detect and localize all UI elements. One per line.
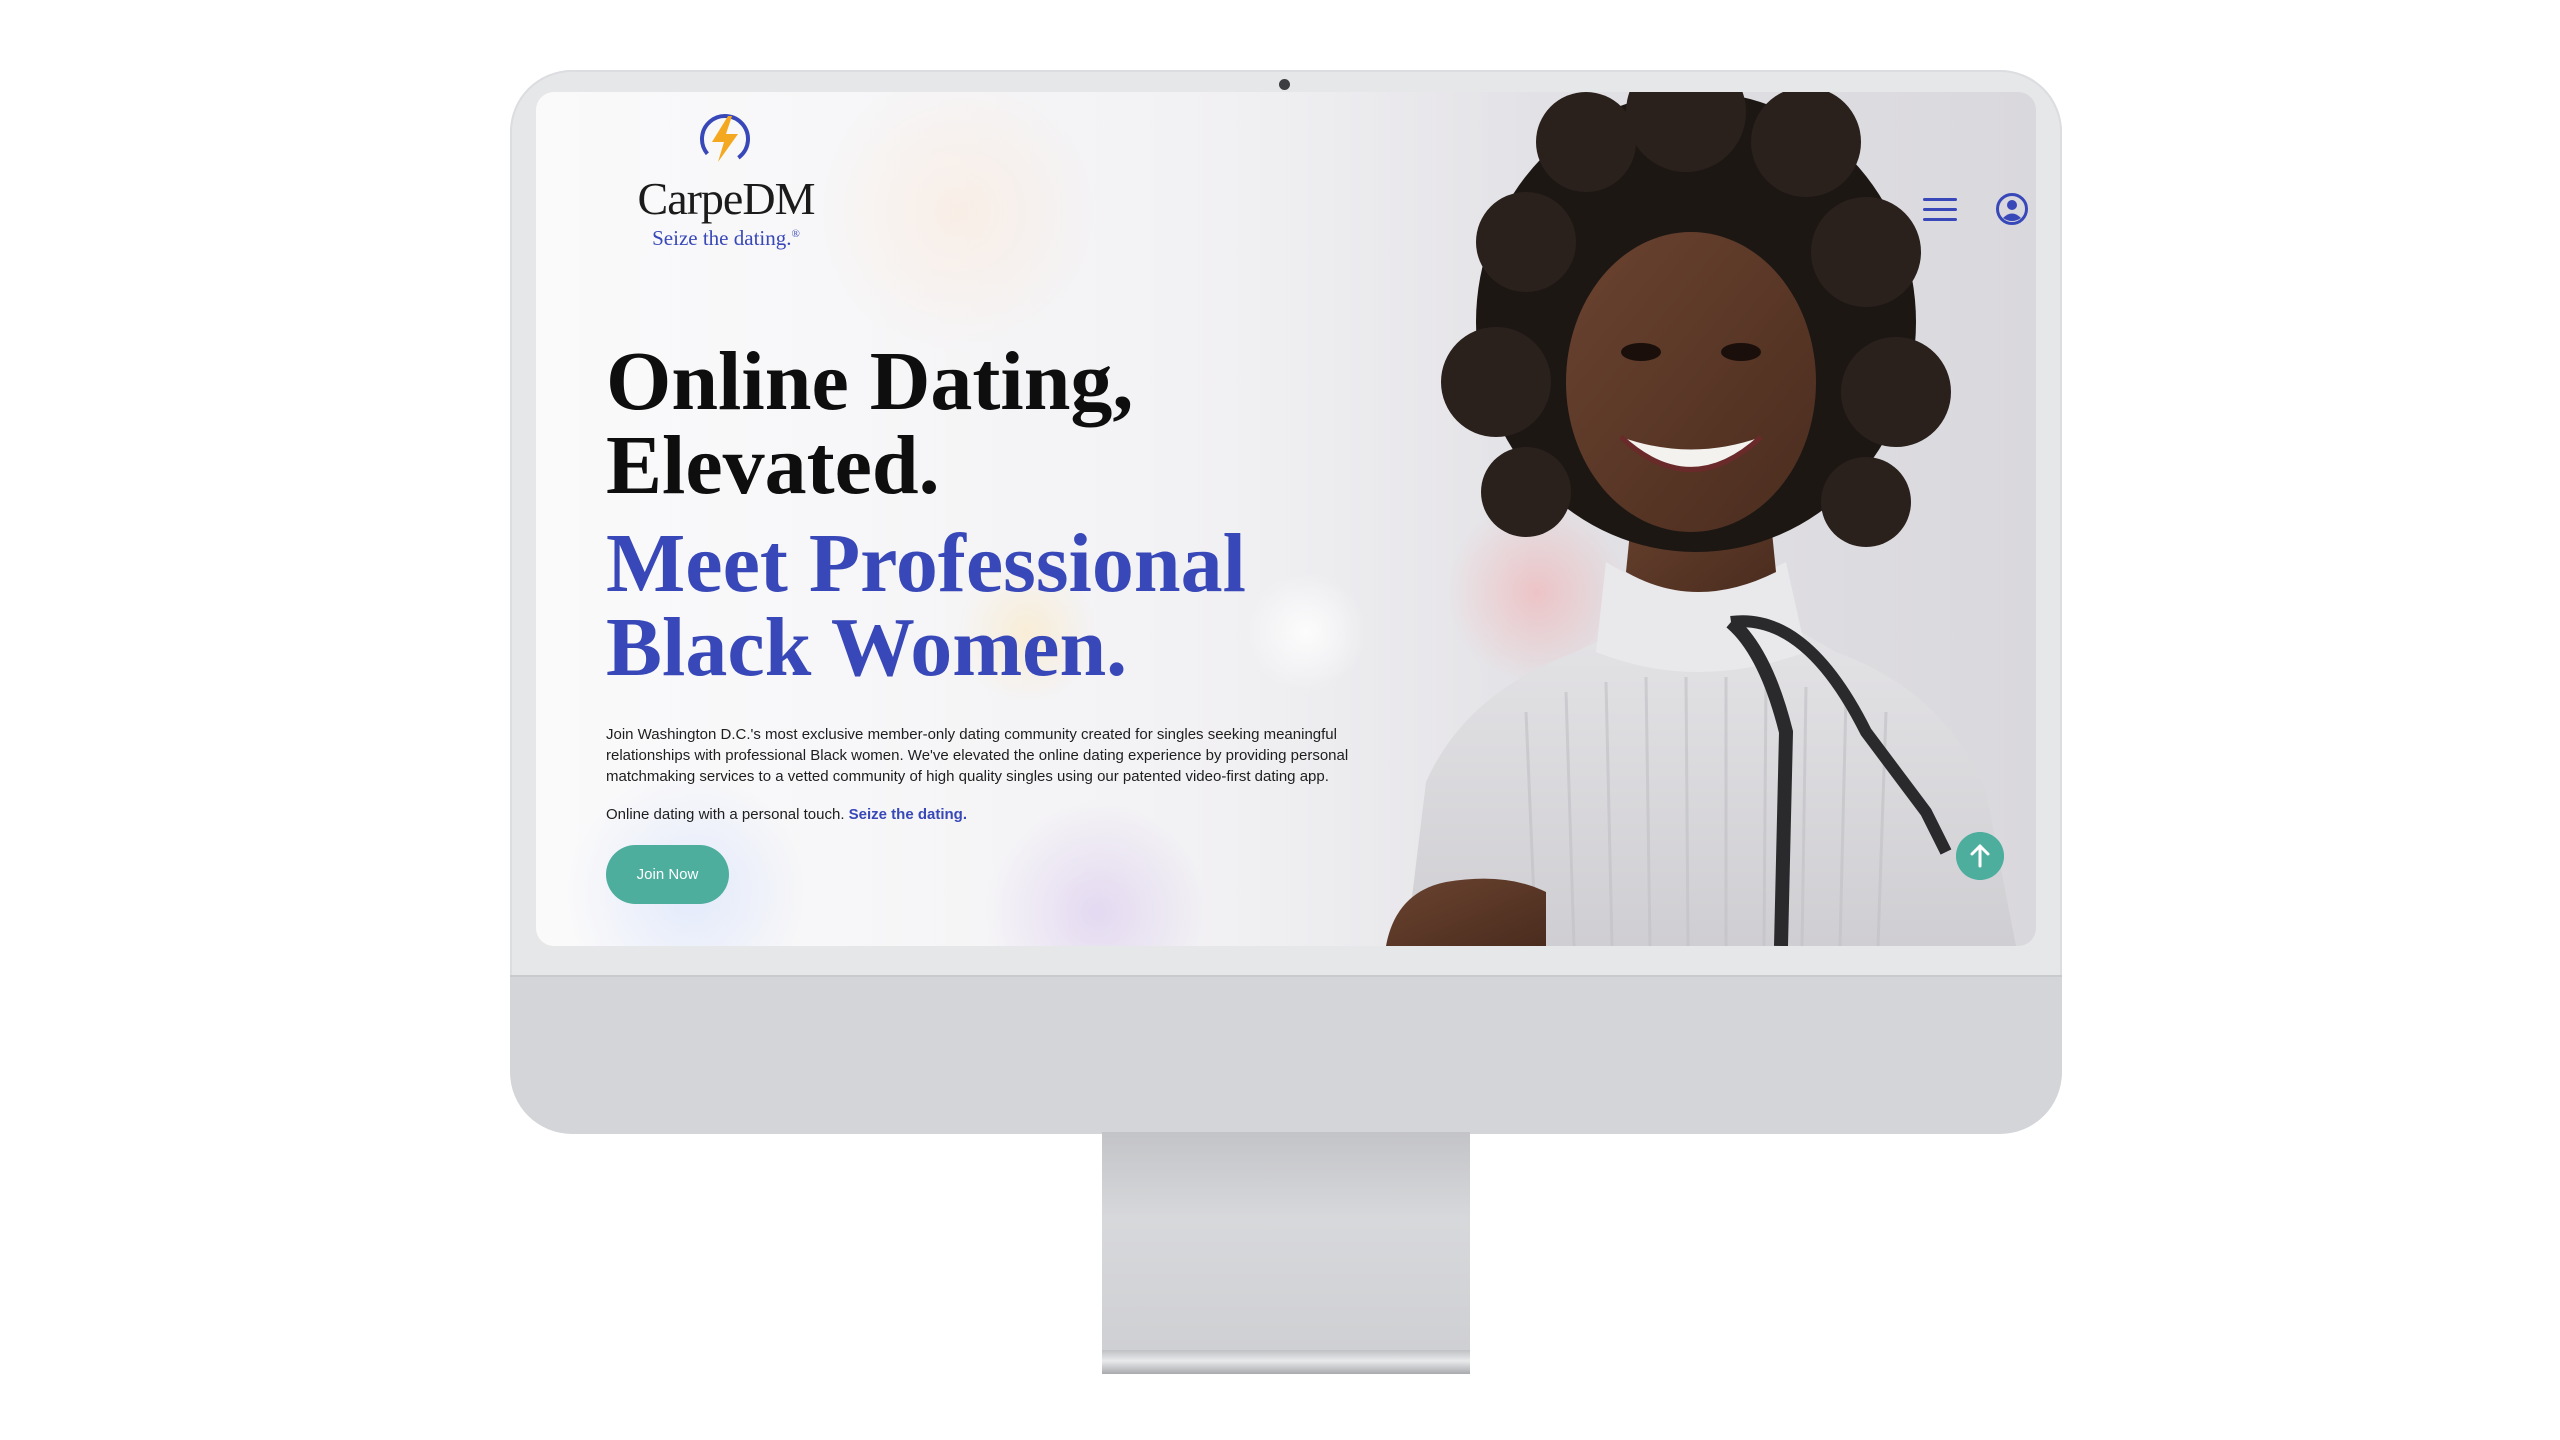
tagline-text: Online dating with a personal touch. — [606, 806, 845, 823]
join-now-button[interactable]: Join Now — [606, 845, 729, 904]
scroll-to-top-button[interactable] — [1956, 832, 2004, 880]
brand-name: CarpeDM — [637, 173, 816, 224]
subheadline-line-2: Black Women. — [606, 601, 1128, 694]
hero-tagline: Online dating with a personal touch. Sei… — [606, 804, 1306, 825]
monitor-chin — [510, 975, 2062, 1134]
monitor-stand-base — [1102, 1350, 1470, 1374]
website-screen: CarpeDM Seize the dating.® Online Dating… — [536, 92, 2036, 946]
hero-headline: Online Dating, Elevated. — [606, 340, 1366, 508]
seize-the-dating-link[interactable]: Seize the dating. — [849, 806, 967, 823]
lightning-bolt-logo-icon — [700, 114, 750, 164]
headline-line-2: Elevated. — [606, 419, 940, 512]
brand-tagline: Seize the dating.® — [652, 226, 800, 250]
user-circle-icon[interactable] — [1995, 192, 2029, 226]
hero-description: Join Washington D.C.'s most exclusive me… — [606, 726, 1349, 785]
subheadline-line-1: Meet Professional — [606, 517, 1246, 610]
headline-line-1: Online Dating, — [606, 335, 1134, 428]
trademark-symbol: ® — [791, 228, 800, 240]
hero-subheadline: Meet Professional Black Women. — [606, 522, 1366, 690]
brand-logo[interactable]: CarpeDM Seize the dating.® — [626, 112, 826, 262]
hamburger-menu-icon[interactable] — [1923, 198, 1957, 224]
camera-icon — [1279, 79, 1290, 90]
monitor-stand — [1102, 1132, 1470, 1350]
